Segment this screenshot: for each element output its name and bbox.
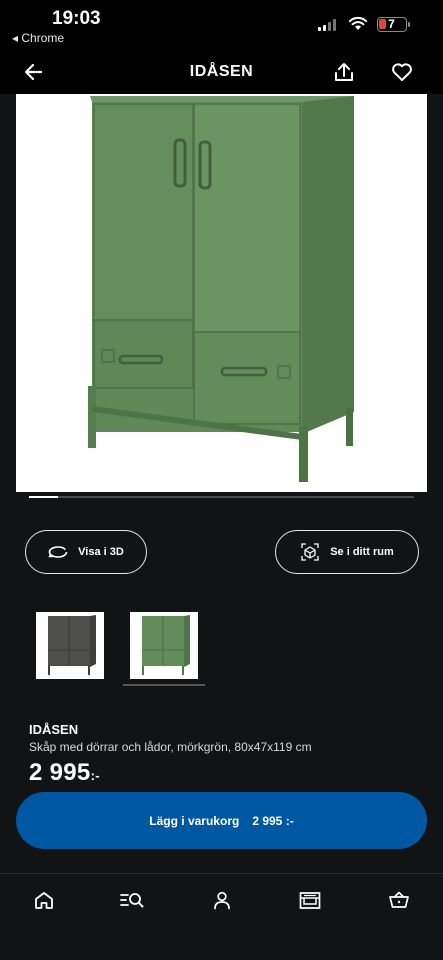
share-icon[interactable] [330, 58, 358, 86]
battery-level: 7 [388, 17, 395, 31]
page-title: IDÅSEN [189, 63, 254, 80]
product-name: IDÅSEN [29, 722, 79, 737]
cabinet-thumbnail-green [142, 615, 190, 675]
product-description: Skåp med dörrar och lådor, mörkgrön, 80x… [29, 740, 312, 754]
product-price-suffix: :- [90, 768, 100, 783]
product-page: 19:03 ◂ Chrome 7 IDÅSEN Visa i 3D Se i d… [0, 0, 443, 960]
profile-icon[interactable] [208, 887, 236, 913]
gallery-scroll-indicator [29, 496, 414, 498]
variant-thumb-dark-grey[interactable] [36, 612, 104, 679]
wifi-icon [348, 16, 368, 30]
top-bar: IDÅSEN [0, 50, 443, 94]
add-to-cart-label: Lägg i varukorg [149, 813, 240, 828]
heart-icon[interactable] [388, 58, 416, 86]
product-image[interactable] [16, 94, 427, 492]
product-price-value: 2 995 [29, 759, 91, 786]
status-bar: 19:03 ◂ Chrome 7 [0, 0, 443, 50]
cabinet-illustration [88, 96, 354, 482]
battery-icon: 7 [377, 17, 407, 32]
signal-icon [318, 19, 336, 31]
view-in-room-label: Se i ditt rum [330, 546, 394, 558]
variant-thumb-dark-green[interactable] [130, 612, 198, 679]
back-to-app-link[interactable]: ◂ Chrome [12, 31, 64, 45]
view-in-room-button[interactable]: Se i ditt rum [275, 530, 419, 574]
add-to-cart-price: 2 995 :- [252, 813, 294, 828]
home-icon[interactable] [30, 887, 58, 913]
status-time: 19:03 [52, 8, 101, 29]
cabinet-thumbnail-grey [48, 615, 96, 675]
rotate-3d-icon [48, 546, 68, 558]
bottom-navigation [0, 873, 443, 960]
view-3d-button[interactable]: Visa i 3D [25, 530, 147, 574]
cart-icon[interactable] [385, 887, 413, 913]
add-to-cart-button[interactable]: Lägg i varukorg 2 995 :- [16, 792, 427, 849]
selected-variant-indicator [123, 684, 205, 686]
search-icon[interactable] [117, 887, 147, 913]
store-icon[interactable] [296, 887, 324, 913]
view-3d-label: Visa i 3D [78, 546, 124, 558]
ar-cube-icon [301, 543, 319, 561]
product-price: 2 995:- [29, 759, 100, 787]
